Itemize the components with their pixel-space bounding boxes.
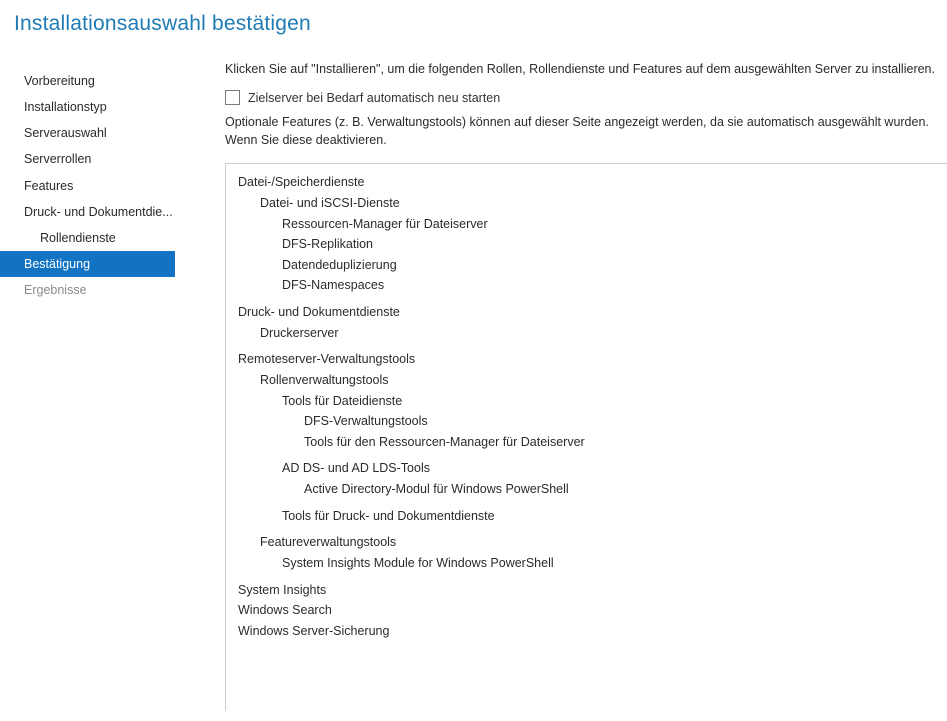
sidebar-item-best-tigung[interactable]: Bestätigung [0,251,175,277]
tree-node-label: Windows Server-Sicherung [238,621,935,642]
autorestart-checkbox[interactable] [225,90,240,105]
tree-node-label: Datei-/Speicherdienste [238,172,935,193]
optional-features-note: Optionale Features (z. B. Verwaltungstoo… [225,113,947,149]
tree-node-label: Rollenverwaltungstools [260,370,935,391]
tree-node: Druck- und Dokumentdienste [238,302,935,323]
tree-node: AD DS- und AD LDS-Tools [238,458,935,479]
tree-node: Remoteserver-Verwaltungstools [238,349,935,370]
sidebar-item-druck-und-dokumentdie[interactable]: Druck- und Dokumentdie... [0,199,175,225]
tree-node: System Insights Module for Windows Power… [238,553,935,574]
tree-node: Datei-/Speicherdienste [238,172,935,193]
tree-node-label: Druck- und Dokumentdienste [238,302,935,323]
tree-node: Rollenverwaltungstools [238,370,935,391]
tree-node-label: Tools für Dateidienste [282,391,935,412]
tree-node: Windows Search [238,600,935,621]
sidebar-item-serverauswahl[interactable]: Serverauswahl [0,120,175,146]
tree-node-label: DFS-Replikation [282,234,935,255]
tree-node: Tools für Dateidienste [238,391,935,412]
tree-node-label: Tools für Druck- und Dokumentdienste [282,506,935,527]
body: VorbereitungInstallationstypServerauswah… [0,48,947,721]
sidebar-item-installationstyp[interactable]: Installationstyp [0,94,175,120]
tree-node-label: Featureverwaltungstools [260,532,935,553]
autorestart-row[interactable]: Zielserver bei Bedarf automatisch neu st… [225,90,947,105]
tree-node-label: AD DS- und AD LDS-Tools [282,458,935,479]
tree-node: Windows Server-Sicherung [238,621,935,642]
tree-node-label: Datendeduplizierung [282,255,935,276]
tree-node: Featureverwaltungstools [238,532,935,553]
tree-node: Datendeduplizierung [238,255,935,276]
tree-node-label: Active Directory-Modul für Windows Power… [304,479,935,500]
sidebar-item-features[interactable]: Features [0,173,175,199]
selection-tree: Datei-/SpeicherdiensteDatei- und iSCSI-D… [225,163,947,711]
tree-node: System Insights [238,580,935,601]
tree-node-label: Druckerserver [260,323,935,344]
tree-node-label: System Insights Module for Windows Power… [282,553,935,574]
tree-node-label: DFS-Verwaltungstools [304,411,935,432]
wizard-window: Installationsauswahl bestätigen Vorberei… [0,0,947,721]
tree-node-label: System Insights [238,580,935,601]
tree-node-label: Datei- und iSCSI-Dienste [260,193,935,214]
tree-node: DFS-Namespaces [238,275,935,296]
tree-node: Tools für den Ressourcen-Manager für Dat… [238,432,935,453]
wizard-steps-sidebar: VorbereitungInstallationstypServerauswah… [0,48,175,721]
tree-node-label: Tools für den Ressourcen-Manager für Dat… [304,432,935,453]
autorestart-label: Zielserver bei Bedarf automatisch neu st… [248,91,500,105]
sidebar-item-rollendienste[interactable]: Rollendienste [0,225,175,251]
content-area: Klicken Sie auf "Installieren", um die f… [175,48,947,721]
tree-node-label: Remoteserver-Verwaltungstools [238,349,935,370]
tree-node: Datei- und iSCSI-Dienste [238,193,935,214]
tree-node: DFS-Replikation [238,234,935,255]
tree-node-label: DFS-Namespaces [282,275,935,296]
tree-node: Active Directory-Modul für Windows Power… [238,479,935,500]
intro-text: Klicken Sie auf "Installieren", um die f… [225,62,947,76]
sidebar-item-vorbereitung[interactable]: Vorbereitung [0,68,175,94]
sidebar-item-ergebnisse: Ergebnisse [0,277,175,303]
sidebar-item-serverrollen[interactable]: Serverrollen [0,146,175,172]
tree-node: DFS-Verwaltungstools [238,411,935,432]
tree-node: Druckerserver [238,323,935,344]
tree-node-label: Ressourcen-Manager für Dateiserver [282,214,935,235]
tree-node: Tools für Druck- und Dokumentdienste [238,506,935,527]
tree-node-label: Windows Search [238,600,935,621]
page-title: Installationsauswahl bestätigen [0,0,947,48]
tree-node: Ressourcen-Manager für Dateiserver [238,214,935,235]
